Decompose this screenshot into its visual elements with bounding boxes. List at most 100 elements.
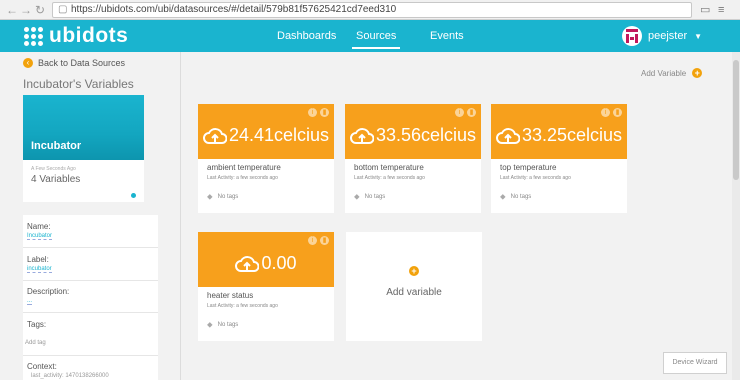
tag-icon: ⬥ — [207, 320, 213, 329]
reload-icon[interactable]: ↻ — [35, 3, 45, 17]
divider — [23, 247, 158, 248]
nav-events[interactable]: Events — [430, 20, 464, 52]
trash-icon[interactable]: ▮ — [613, 108, 622, 117]
back-label: Back to Data Sources — [38, 58, 126, 68]
chevron-down-icon: ▼ — [694, 31, 703, 41]
app-header: ubidots Dashboards Sources Events peejst… — [0, 20, 740, 52]
variable-reading: 33.56 celcius — [345, 125, 481, 146]
cloud-upload-icon — [235, 255, 260, 272]
status-dot — [131, 193, 136, 198]
panel-divider — [180, 52, 181, 380]
variable-tags: ⬥ No tags — [500, 192, 531, 202]
variable-card-header: i ▮ 33.56 celcius — [345, 104, 481, 159]
variable-tags: ⬥ No tags — [354, 192, 385, 202]
variable-value: 33.25 — [521, 125, 567, 145]
divider — [23, 280, 158, 281]
description-value[interactable]: ... — [27, 298, 33, 305]
trash-icon[interactable]: ▮ — [467, 108, 476, 117]
username: peejster — [648, 30, 688, 42]
tag-icon: ⬥ — [500, 192, 506, 201]
datasource-variable-count: 4 Variables — [31, 174, 81, 185]
variable-value: 0.00 — [261, 253, 297, 273]
plus-icon: + — [409, 266, 419, 276]
name-value[interactable]: Incubator — [27, 233, 53, 240]
variable-last-activity: Last Activity: a few seconds ago — [354, 175, 425, 181]
variable-last-activity: Last Activity: a few seconds ago — [500, 175, 571, 181]
nav-sources[interactable]: Sources — [351, 20, 401, 52]
scrollbar-thumb[interactable] — [733, 60, 739, 180]
variable-card-header: i ▮ 33.25 celcius — [491, 104, 627, 159]
logo-text: ubidots — [49, 24, 129, 47]
variable-card[interactable]: i ▮ 0.00 heater status Last Activity: a … — [198, 232, 334, 341]
add-variable-card-label: Add variable — [386, 287, 442, 298]
variable-name: ambient temperature — [207, 163, 281, 172]
variable-tags-text: No tags — [217, 194, 239, 200]
variable-card[interactable]: i ▮ 24.41 celcius ambient temperature Las… — [198, 104, 334, 213]
url-text: https://ubidots.com/ubi/datasources/#/de… — [71, 4, 397, 15]
variable-unit: celcius — [274, 125, 330, 145]
info-icon[interactable]: i — [601, 108, 610, 117]
back-to-sources-link[interactable]: ‹ Back to Data Sources — [23, 58, 125, 68]
datasource-last-activity: A Few Seconds Ago — [31, 166, 76, 172]
device-wizard-button[interactable]: Device Wizard — [663, 352, 727, 374]
plus-icon: + — [692, 68, 703, 78]
add-tag-input[interactable]: Add tag — [25, 340, 46, 346]
ubidots-logo[interactable]: ubidots — [24, 24, 129, 47]
variable-tags-text: No tags — [510, 194, 532, 200]
info-icon[interactable]: i — [455, 108, 464, 117]
context-value[interactable]: last_activity: 1470138266000 — [31, 373, 109, 379]
variable-name: heater status — [207, 291, 254, 300]
variable-last-activity: Last Activity: a few seconds ago — [207, 303, 278, 309]
page-title: Incubator's Variables — [23, 77, 134, 91]
scrollbar[interactable] — [732, 52, 740, 380]
forward-arrow-icon[interactable]: → — [20, 3, 32, 17]
datasource-card[interactable]: Incubator A Few Seconds Ago 4 Variables — [23, 95, 144, 202]
trash-icon[interactable]: ▮ — [320, 108, 329, 117]
variable-value: 33.56 — [375, 125, 421, 145]
variable-card[interactable]: i ▮ 33.25 celcius top temperature Last Ac… — [491, 104, 627, 213]
variable-last-activity: Last Activity: a few seconds ago — [207, 175, 278, 181]
context-label: Context: — [27, 362, 57, 371]
menu-icon[interactable]: ≡ — [718, 3, 724, 17]
description-label: Description: — [27, 287, 70, 296]
logo-dots-icon — [24, 26, 43, 46]
back-arrow-icon[interactable]: ← — [6, 3, 18, 17]
variable-tags: ⬥ No tags — [207, 192, 238, 202]
label-value[interactable]: incubator — [27, 266, 52, 273]
cloud-upload-icon — [350, 127, 374, 144]
arrow-left-icon: ‹ — [23, 58, 33, 68]
datasource-properties: Name: Incubator Label: incubator Descrip… — [23, 215, 158, 380]
add-variable-card[interactable]: + Add variable — [346, 232, 482, 341]
cast-icon[interactable]: ▭ — [700, 3, 710, 17]
variable-value: 24.41 — [228, 125, 274, 145]
datasource-banner: Incubator — [23, 95, 144, 160]
page-icon: ▢ — [58, 4, 68, 15]
variable-card-header: i ▮ 24.41 celcius — [198, 104, 334, 159]
cloud-upload-icon — [496, 127, 520, 144]
variable-name: bottom temperature — [354, 163, 424, 172]
variable-card[interactable]: i ▮ 33.56 celcius bottom temperature Last… — [345, 104, 481, 213]
trash-icon[interactable]: ▮ — [320, 236, 329, 245]
name-label: Name: — [27, 222, 51, 231]
variable-tags-text: No tags — [217, 322, 239, 328]
info-icon[interactable]: i — [308, 108, 317, 117]
datasource-name: Incubator — [31, 140, 82, 152]
user-menu[interactable]: peejster ▼ — [622, 26, 702, 46]
tag-icon: ⬥ — [207, 192, 213, 201]
nav-dashboards[interactable]: Dashboards — [277, 20, 336, 52]
variable-unit: celcius — [421, 125, 477, 145]
label-label: Label: — [27, 255, 49, 264]
tag-icon: ⬥ — [354, 192, 360, 201]
variable-card-header: i ▮ 0.00 — [198, 232, 334, 287]
add-variable-link[interactable]: Add Variable + — [641, 68, 703, 78]
info-icon[interactable]: i — [308, 236, 317, 245]
variable-tags-text: No tags — [364, 194, 386, 200]
address-bar[interactable]: ▢ https://ubidots.com/ubi/datasources/#/… — [52, 2, 692, 18]
add-variable-label: Add Variable — [641, 68, 687, 78]
variable-reading: 0.00 — [198, 253, 334, 274]
avatar — [622, 26, 642, 46]
variable-tags: ⬥ No tags — [207, 320, 238, 330]
variable-reading: 24.41 celcius — [198, 125, 334, 146]
variable-unit: celcius — [567, 125, 623, 145]
tags-label: Tags: — [27, 320, 47, 329]
